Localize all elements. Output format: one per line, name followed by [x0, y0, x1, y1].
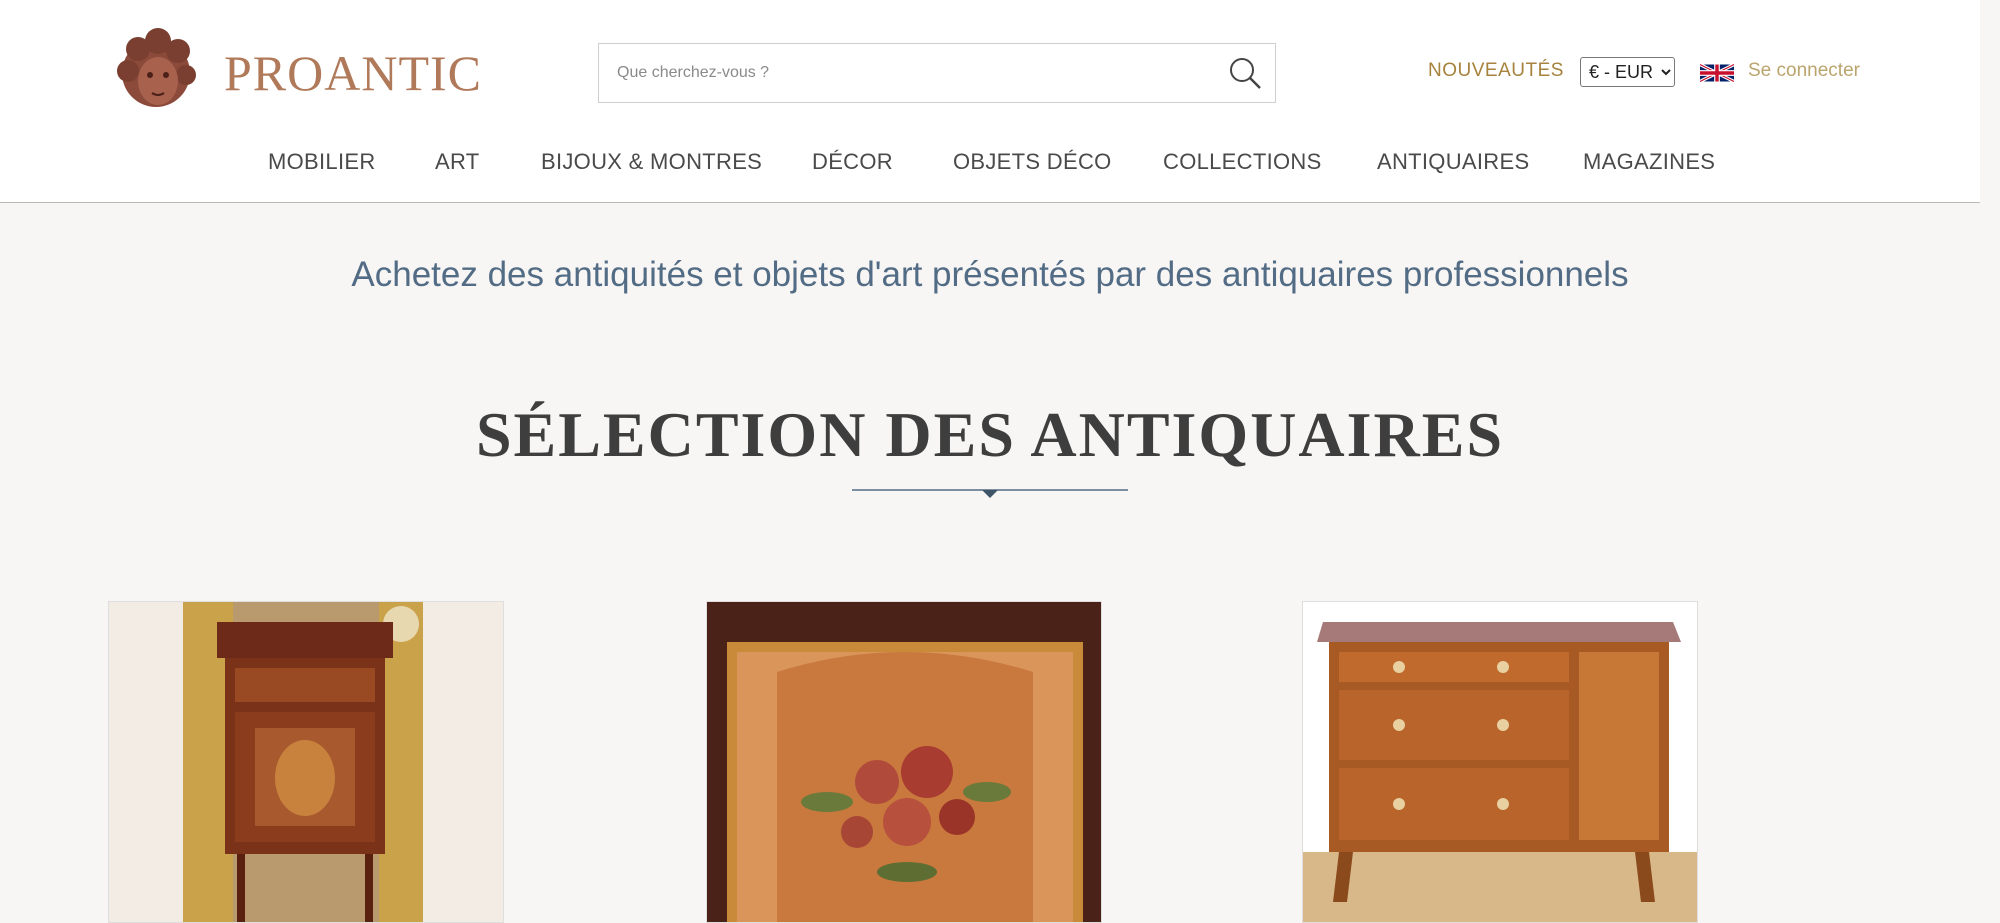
nav-item-antiquaires[interactable]: ANTIQUAIRES [1377, 149, 1529, 175]
section-title: SÉLECTION DES ANTIQUAIRES [475, 399, 1505, 470]
product-grid [92, 553, 1864, 923]
product-image-cabinet [109, 602, 503, 922]
login-link[interactable]: Se connecter [1748, 60, 1860, 82]
uk-flag-icon[interactable] [1700, 60, 1734, 86]
product-card-tapestry[interactable] [706, 601, 1102, 923]
search-button[interactable] [1215, 44, 1275, 102]
cherub-head-logo-icon [117, 28, 196, 107]
nav-item-objets-deco[interactable]: OBJETS DÉCO [953, 149, 1112, 175]
brand-name: PROANTIC [224, 45, 483, 101]
title-divider [852, 489, 1128, 498]
nav-item-art[interactable]: ART [435, 149, 480, 175]
product-image-commode [1303, 602, 1697, 922]
main-nav: MOBILIER ART BIJOUX & MONTRES DÉCOR OBJE… [108, 124, 1848, 202]
site-header: PROANTIC NOUVEAUTÉS € - EUR Se connecter… [0, 0, 1980, 203]
nav-item-decor[interactable]: DÉCOR [812, 149, 893, 175]
new-arrivals-link[interactable]: NOUVEAUTÉS [1428, 60, 1564, 82]
search-bar [598, 43, 1276, 103]
search-icon [1230, 58, 1261, 89]
product-card-cabinet[interactable] [108, 601, 504, 923]
nav-item-mobilier[interactable]: MOBILIER [268, 149, 376, 175]
brand-logo[interactable]: PROANTIC [108, 20, 481, 122]
search-input[interactable] [599, 44, 1215, 102]
product-card-commode[interactable] [1302, 601, 1698, 923]
nav-item-collections[interactable]: COLLECTIONS [1163, 149, 1322, 175]
nav-item-bijoux-montres[interactable]: BIJOUX & MONTRES [541, 149, 762, 175]
currency-select[interactable]: € - EUR [1580, 57, 1675, 87]
nav-item-magazines[interactable]: MAGAZINES [1583, 149, 1715, 175]
site-tagline: Achetez des antiquités et objets d'art p… [351, 255, 1629, 294]
product-image-tapestry [707, 602, 1101, 922]
